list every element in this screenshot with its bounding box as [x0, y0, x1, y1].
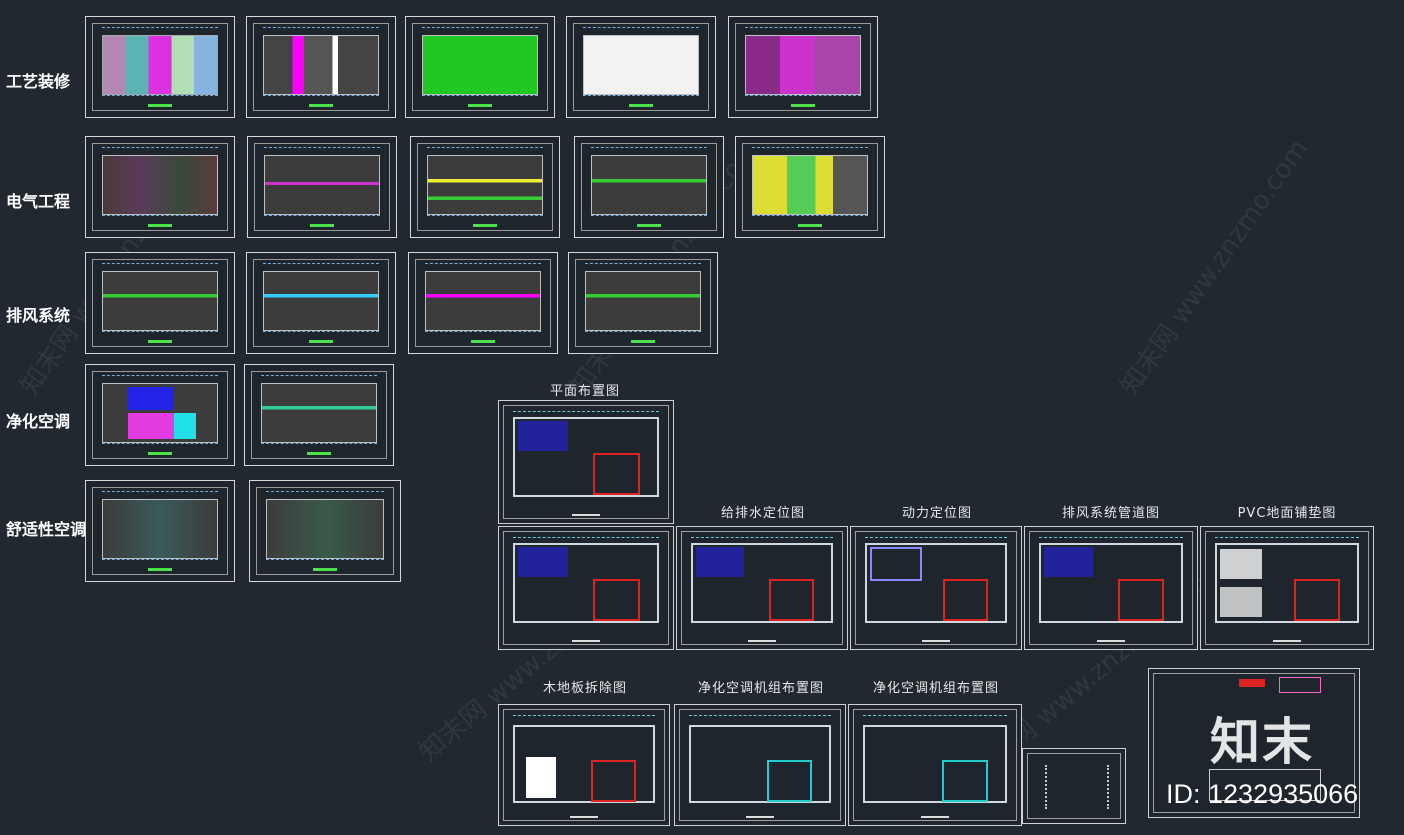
floor-plan-sheet[interactable]	[850, 526, 1022, 650]
drawing-thumbnail[interactable]	[246, 252, 396, 354]
category-label-electrical: 电气工程	[6, 192, 71, 211]
cyan-zone	[173, 413, 197, 440]
sheet-title-water: 给排水定位图	[720, 506, 805, 521]
drawing-thumbnail[interactable]	[244, 364, 394, 466]
floor-plan-sheet[interactable]	[1024, 526, 1198, 650]
sheet-title-wood: 木地板拆除图	[542, 681, 627, 696]
drawing-thumbnail[interactable]	[249, 480, 401, 582]
floor-plan-sheet[interactable]	[676, 526, 848, 650]
asset-id-label: ID: 1232935066	[1166, 779, 1359, 809]
floor-plan-sheet[interactable]	[498, 526, 674, 650]
drawing-thumbnail[interactable]	[728, 16, 878, 118]
floor-plan-sheet[interactable]	[1200, 526, 1374, 650]
drawing-thumbnail[interactable]	[246, 16, 396, 118]
drawing-thumbnail[interactable]	[85, 480, 235, 582]
drawing-thumbnail[interactable]	[85, 364, 235, 466]
watermark-3: 知末网 www.znzmo.com	[1114, 134, 1315, 401]
drawing-thumbnail[interactable]	[247, 136, 397, 238]
floor-plan-sheet[interactable]	[848, 704, 1022, 826]
sheet-title-plan-layout: 平面布置图	[549, 384, 620, 399]
sheet-title-pvc: PVC地面铺垫图	[1237, 506, 1337, 521]
drawing-thumbnail[interactable]	[85, 136, 235, 238]
drawing-thumbnail[interactable]	[735, 136, 885, 238]
category-label-exhaust: 排风系统	[6, 306, 71, 325]
znzmo-logo: 知末	[1210, 713, 1314, 771]
category-label-comfort-ac: 舒适性空调	[6, 520, 87, 539]
drawing-thumbnail[interactable]	[574, 136, 724, 238]
drawing-thumbnail[interactable]	[566, 16, 716, 118]
blue-zone	[128, 386, 174, 411]
sheet-title-power: 动力定位图	[901, 506, 972, 521]
drawing-thumbnail[interactable]	[405, 16, 555, 118]
legend-sheet[interactable]	[1022, 748, 1126, 824]
drawing-thumbnail[interactable]	[410, 136, 560, 238]
category-label-purification-ac: 净化空调	[6, 412, 71, 431]
drawing-thumbnail[interactable]	[85, 16, 235, 118]
drawing-thumbnail[interactable]	[408, 252, 558, 354]
sheet-title-ac1: 净化空调机组布置图	[697, 681, 824, 696]
drawing-thumbnail[interactable]	[568, 252, 718, 354]
floor-plan-sheet[interactable]	[674, 704, 846, 826]
drawing-thumbnail[interactable]	[85, 252, 235, 354]
magenta-zone	[128, 413, 174, 440]
floor-plan-sheet[interactable]	[498, 400, 674, 524]
category-label-craft: 工艺装修	[6, 72, 71, 91]
sheet-title-ac2: 净化空调机组布置图	[872, 681, 999, 696]
floor-plan-sheet[interactable]	[498, 704, 670, 826]
sheet-title-exhaust: 排风系统管道图	[1061, 506, 1160, 521]
